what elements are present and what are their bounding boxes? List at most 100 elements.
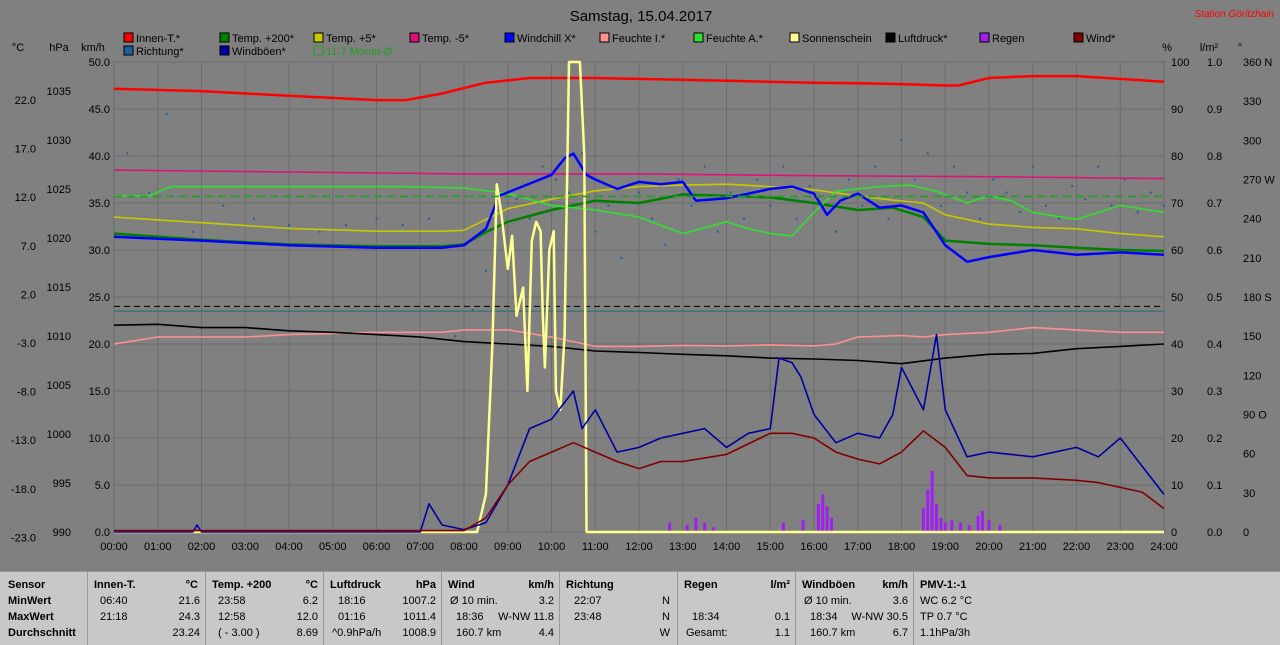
lm2-tick-label: 0.4 — [1207, 339, 1222, 351]
richtung-point — [716, 230, 719, 233]
richtung-point — [743, 217, 745, 220]
stats-luftdruck-trend: ^0.9hPa/h — [332, 627, 382, 639]
stats-row-max-label: MaxWert — [8, 611, 54, 623]
stats-regen-total-value: 1.1 — [774, 627, 790, 639]
rain-bar — [935, 503, 938, 532]
lm2-tick-label: 0.0 — [1207, 527, 1222, 539]
hpa-tick-label: 990 — [53, 527, 71, 539]
richtung-point — [581, 152, 584, 155]
stats-wind-avg-value: 4.4 — [538, 627, 554, 639]
celsius-tick-label: -8.0 — [17, 387, 36, 399]
hour-tick-label: 12:00 — [625, 541, 653, 553]
stats-pmv-windchill: WC 6.2 °C — [920, 595, 973, 607]
kmh-tick-label: 45.0 — [89, 104, 110, 116]
legend-label: Wind* — [1086, 33, 1116, 45]
legend-swatch — [219, 32, 230, 43]
richtung-point — [401, 224, 404, 227]
rain-bar — [830, 517, 833, 532]
richtung-point — [1110, 204, 1113, 207]
axis-unit-right: % — [1162, 42, 1172, 54]
richtung-point — [607, 204, 610, 207]
rain-bar — [825, 506, 829, 532]
rain-bar — [943, 522, 947, 532]
celsius-tick-label: 22.0 — [15, 95, 36, 107]
stats-col-sensor: Sensor MinWert MaxWert Durchschnitt — [0, 572, 87, 645]
stats-windboeen-max-time: 18:34 — [810, 611, 838, 623]
percent-tick-label: 30 — [1171, 386, 1183, 398]
stats-innen-unit: °C — [185, 579, 198, 591]
kmh-tick-label: 0.0 — [95, 527, 110, 539]
percent-tick-label: 40 — [1171, 339, 1183, 351]
lm2-tick-label: 0.1 — [1207, 480, 1222, 492]
richtung-point — [454, 335, 457, 338]
stats-windboeen-header: Windböen — [802, 579, 856, 591]
percent-tick-label: 80 — [1171, 151, 1183, 163]
stats-luftdruck-min-time: 18:16 — [338, 595, 366, 607]
legend-label: Temp. +200* — [232, 33, 295, 45]
stats-col-pmv: PMV-1:-1 WC 6.2 °C TP 0.7 °C 1.1hPa/3h — [913, 572, 1280, 645]
stats-temp200-trend: ( - 3.00 ) — [218, 627, 260, 639]
legend-swatch — [409, 32, 420, 43]
stats-windboeen-distance: 160.7 km — [810, 627, 856, 639]
rain-bar — [950, 520, 954, 532]
legend-swatch — [123, 32, 134, 43]
stats-windboeen-avg10-label: Ø 10 min. — [804, 595, 852, 607]
hpa-tick-label: 1025 — [47, 184, 71, 196]
lm2-tick-label: 0.5 — [1207, 292, 1222, 304]
hpa-tick-label: 1030 — [47, 135, 71, 147]
hour-tick-label: 21:00 — [1019, 541, 1047, 553]
legend-swatch — [123, 45, 134, 56]
richtung-point — [638, 191, 640, 194]
hour-tick-label: 23:00 — [1106, 541, 1134, 553]
kmh-tick-label: 20.0 — [89, 339, 110, 351]
richtung-point — [782, 165, 785, 168]
axis-unit-left: hPa — [49, 42, 69, 54]
legend-label: Feuchte A.* — [706, 33, 764, 45]
rain-bar — [703, 522, 707, 532]
hpa-tick-label: 1020 — [47, 233, 71, 245]
legend-label: Temp. -5* — [422, 33, 470, 45]
chart-title: Samstag, 15.04.2017 — [570, 8, 713, 25]
legend-swatch — [1073, 32, 1084, 43]
legend-label: Luftdruck* — [898, 33, 948, 45]
richtung-point — [1031, 165, 1034, 168]
lm2-tick-label: 0.3 — [1207, 386, 1222, 398]
stats-pmv-header: PMV-1:-1 — [920, 579, 967, 591]
richtung-point — [913, 178, 916, 181]
rain-bar — [987, 520, 991, 532]
kmh-tick-label: 40.0 — [89, 151, 110, 163]
richtung-point — [1044, 204, 1047, 207]
richtung-point — [939, 204, 942, 207]
stats-row-min-label: MinWert — [8, 595, 52, 607]
rain-bar — [926, 489, 930, 532]
stats-col-luftdruck: Luftdruck hPa 18:16 1007.2 01:16 1011.4 ^0.… — [323, 572, 442, 645]
percent-tick-label: 20 — [1171, 433, 1183, 445]
lm2-tick-label: 0.7 — [1207, 198, 1222, 210]
richtung-point — [428, 217, 430, 220]
lm2-tick-label: 1.0 — [1207, 57, 1222, 69]
stats-pmv-pressure-trend: 1.1hPa/3h — [920, 627, 971, 639]
richtung-point — [690, 204, 693, 207]
legend-swatch — [313, 32, 324, 43]
richtung-point — [729, 191, 732, 194]
richtung-point — [1163, 204, 1165, 207]
stats-temp200-min-value: 6.2 — [302, 595, 318, 607]
hour-tick-label: 17:00 — [844, 541, 872, 553]
percent-tick-label: 70 — [1171, 198, 1183, 210]
richtung-point — [126, 152, 129, 155]
hour-tick-label: 14:00 — [713, 541, 741, 553]
stats-wind-distance: 160.7 km — [456, 627, 502, 639]
richtung-point — [568, 191, 570, 194]
stats-temp200-avg-value: 8.69 — [296, 627, 318, 639]
richtung-point — [1018, 211, 1021, 214]
hour-tick-label: 20:00 — [975, 541, 1003, 553]
richtung-point — [288, 224, 290, 227]
stats-innen-min-time: 06:40 — [100, 595, 128, 607]
lm2-tick-label: 0.8 — [1207, 151, 1222, 163]
statistics-table: Sensor MinWert MaxWert Durchschnitt Inne… — [0, 571, 1280, 645]
stats-luftdruck-min-value: 1007.2 — [402, 595, 436, 607]
richtung-point — [1097, 165, 1100, 168]
legend-label: Innen-T.* — [136, 33, 181, 45]
legend-swatch — [789, 32, 800, 43]
celsius-tick-label: 2.0 — [21, 289, 36, 301]
